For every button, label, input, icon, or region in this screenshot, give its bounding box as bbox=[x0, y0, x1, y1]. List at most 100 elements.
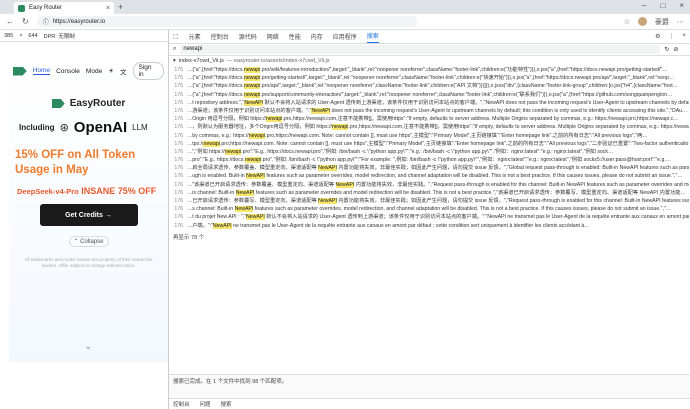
search-result-row[interactable]: 176 …户端。":"NewAPI ne transmet pas le User… bbox=[173, 222, 689, 230]
provider-row: Including ⊛ OpenAI LLM bbox=[19, 119, 168, 136]
snippet-before: …已开启请求透传：参数覆写、模型重定向、渠道适配等 bbox=[187, 198, 319, 204]
snippet-match: newapi bbox=[224, 148, 242, 155]
devtools-more-icon[interactable]: ⋮ bbox=[668, 33, 674, 40]
bookmark-star-icon[interactable]: ☆ bbox=[624, 18, 630, 26]
emulation-width[interactable]: 385 bbox=[4, 33, 13, 39]
show-more-link[interactable]: 再显示 78 个 bbox=[169, 230, 690, 244]
scroll-down-chevron-icon[interactable]: ⌄ bbox=[84, 341, 92, 352]
devtools-tab-network[interactable]: 网络 bbox=[267, 32, 279, 41]
site-logo-icon[interactable] bbox=[13, 66, 27, 76]
devtools-tab-elements[interactable]: 元素 bbox=[189, 32, 201, 41]
devtools-tab-console[interactable]: 控制台 bbox=[211, 32, 229, 41]
collapse-button[interactable]: ⌃ Collapse bbox=[68, 236, 109, 247]
promo-line-2: Usage in May bbox=[15, 164, 89, 176]
result-line-number: 176 bbox=[174, 132, 183, 139]
snippet-after: .pro","例如: /bin/bash -c \"python app.py\… bbox=[261, 157, 672, 164]
snippet-match: NewAPI bbox=[335, 181, 355, 188]
snippet-after: 内置功能将失效，非最佳实践。","Request pass-through is… bbox=[354, 181, 689, 188]
search-result-row[interactable]: 176 …Origin 用逗号分隔，例如 https://newapi.pro,h… bbox=[173, 115, 689, 123]
snippet-match: NewAPI bbox=[244, 99, 264, 106]
search-result-row[interactable]: 176 …t du projet New API : ","NewAPI 默认不会… bbox=[173, 213, 689, 221]
including-label: Including bbox=[19, 123, 55, 132]
search-result-row[interactable]: 176 …{"a",{href:"https://docs.newapi.pro/… bbox=[173, 91, 689, 99]
search-result-row[interactable]: 176 …游渠道；该条件仅用于识别访问本站点的客户端。":"NewAPI does… bbox=[173, 107, 689, 115]
snippet-before: …ugh is enabled. Built-in bbox=[187, 173, 247, 180]
search-result-row[interactable]: 176 …","例如 https://newapi.pro":"E.g., htt… bbox=[173, 148, 689, 156]
result-snippet: …ugh is enabled. Built-in NewAPI feature… bbox=[187, 172, 683, 180]
reload-icon[interactable]: ↻ bbox=[22, 17, 29, 26]
search-input[interactable]: newapi bbox=[180, 45, 661, 54]
search-result-row[interactable]: 176 …启全局请求透传，参数覆盖、模型重定向、渠道适配等 NewAPI 内置功能… bbox=[173, 164, 689, 172]
profile-avatar[interactable] bbox=[638, 17, 647, 26]
search-result-row[interactable]: 176 …is channel: Built-in NewAPI features… bbox=[173, 189, 689, 197]
new-tab-button[interactable]: + bbox=[118, 2, 123, 12]
devtools-tab-performance[interactable]: 性能 bbox=[289, 32, 301, 41]
refresh-search-icon[interactable]: ↻ bbox=[664, 46, 669, 53]
brand-logo-icon bbox=[51, 99, 65, 108]
search-results: 176 …{"a",{href:"https://docs.newapi.pro/… bbox=[169, 66, 690, 230]
snippet-before: …启全局请求透传，参数覆盖、模型重定向、渠道适配等 bbox=[187, 165, 319, 172]
result-snippet: …{"a",{href:"https://docs.newapi.pro/sup… bbox=[187, 91, 672, 99]
expand-arrow-icon[interactable]: ▾ bbox=[173, 58, 176, 64]
drawer-tab-search[interactable]: 搜索 bbox=[221, 400, 232, 408]
search-result-row[interactable]: 176 …{"a",{href:"https://docs.newapi.pro/… bbox=[173, 82, 689, 90]
devtools-tab-memory[interactable]: 内存 bbox=[311, 32, 323, 41]
search-result-row[interactable]: 176 …，则默认为服务器地址，多个Origin用逗号分隔，例如 https://… bbox=[173, 123, 689, 131]
search-result-row[interactable]: 176 …tps://newapi.pro,https://newapi.com.… bbox=[173, 140, 689, 148]
search-result-row[interactable]: 176 …by commas, e.g.: https://newapi.pro,… bbox=[173, 132, 689, 140]
clear-search-icon[interactable]: ⊘ bbox=[673, 46, 678, 53]
close-tab-icon[interactable]: × bbox=[106, 5, 110, 12]
snippet-after: .pro/api/",target:"_blank",rel:"noopener… bbox=[260, 83, 678, 90]
snippet-before: …户端。":" bbox=[187, 222, 213, 229]
brand-name: EasyRouter bbox=[69, 98, 126, 109]
get-credits-button[interactable]: Get Credits → bbox=[39, 204, 138, 226]
dpr-selector[interactable]: DPR: 无限制 bbox=[44, 32, 75, 40]
result-line-number: 176 bbox=[174, 157, 183, 164]
emulation-height[interactable]: 644 bbox=[28, 33, 37, 39]
window-close-icon[interactable]: × bbox=[679, 1, 684, 10]
back-icon[interactable]: ← bbox=[6, 17, 14, 26]
search-result-row[interactable]: 176 …s channel: Built-in NewAPI features … bbox=[173, 205, 689, 213]
search-result-row[interactable]: 176 …"该渠道已开启请求透传：参数覆盖、模型重定向、渠道适配等 NewAPI … bbox=[173, 181, 689, 189]
nav-home[interactable]: Home bbox=[32, 67, 51, 75]
result-snippet: …by commas, e.g.: https://newapi.pro,htt… bbox=[187, 132, 648, 140]
search-result-row[interactable]: 176 …{"a",{href:"https://docs.newapi.pro/… bbox=[173, 74, 689, 82]
inspect-icon[interactable]: ⬚ bbox=[173, 33, 179, 40]
result-line-number: 176 bbox=[174, 124, 183, 131]
browser-tab[interactable]: Easy Router × bbox=[14, 2, 114, 14]
result-file-header[interactable]: ▾ index-x7cwd_Vii.js — easyrouter.io/ass… bbox=[169, 56, 690, 66]
snippet-match: NewAPI bbox=[212, 222, 232, 229]
search-result-row[interactable]: 176 …ugh is enabled. Built-in NewAPI feat… bbox=[173, 172, 689, 180]
menu-dots-icon[interactable]: ⋯ bbox=[677, 18, 684, 26]
search-result-row[interactable]: 176 …{"a",{href:"https://docs.newapi.pro/… bbox=[173, 66, 689, 74]
snippet-after: does not pass the incoming request's Use… bbox=[330, 107, 688, 114]
theme-toggle-icon[interactable]: ☀ bbox=[108, 67, 114, 75]
site-info-icon[interactable]: ⓘ bbox=[43, 17, 49, 26]
drawer-tab-issues[interactable]: 问题 bbox=[200, 400, 211, 408]
signin-button[interactable]: Sign in bbox=[132, 62, 164, 80]
url-text: https://easyrouter.io bbox=[52, 18, 106, 25]
nav-models[interactable]: Mode bbox=[86, 68, 102, 75]
snippet-match: NewAPI bbox=[234, 206, 254, 213]
search-result-row[interactable]: 176 …t repository address.","NewAPI 默认不会将… bbox=[173, 99, 689, 107]
devtools-tab-sources[interactable]: 源代码 bbox=[239, 32, 257, 41]
maximize-icon[interactable]: □ bbox=[660, 1, 665, 10]
snippet-after: 默认不会将入站请求的 User-Agent 透传到上游渠道；该条件仅用于识别访问… bbox=[263, 99, 690, 106]
url-field[interactable]: ⓘ https://easyrouter.io bbox=[36, 16, 417, 27]
devtools-close-icon[interactable]: × bbox=[682, 33, 686, 40]
devtools-tab-search[interactable]: 搜索 bbox=[366, 31, 379, 43]
drawer-tab-console[interactable]: 控制台 bbox=[173, 400, 190, 408]
brand: EasyRouter bbox=[9, 98, 168, 109]
snippet-before: …t du projet New API : "," bbox=[187, 214, 247, 221]
snippet-match: NewAPI bbox=[318, 198, 337, 204]
minimize-icon[interactable]: – bbox=[642, 1, 646, 10]
search-result-row[interactable]: 176 …已开启请求透传：参数覆写、模型重定向、渠道适配等 NewAPI 内置功能… bbox=[173, 197, 689, 205]
deal-model: DeepSeek-v4-Pro bbox=[17, 187, 79, 196]
nav-console[interactable]: Console bbox=[56, 68, 80, 75]
result-line-number: 176 bbox=[174, 148, 183, 155]
devtools-tab-application[interactable]: 应用程序 bbox=[333, 32, 357, 41]
settings-gear-icon[interactable]: ⚙ bbox=[655, 33, 660, 40]
search-result-row[interactable]: 176 …pro":"E.g., https://docs.newapi.pro"… bbox=[173, 156, 689, 164]
result-line-number: 176 bbox=[174, 173, 183, 180]
language-icon[interactable]: 文 bbox=[120, 66, 127, 76]
